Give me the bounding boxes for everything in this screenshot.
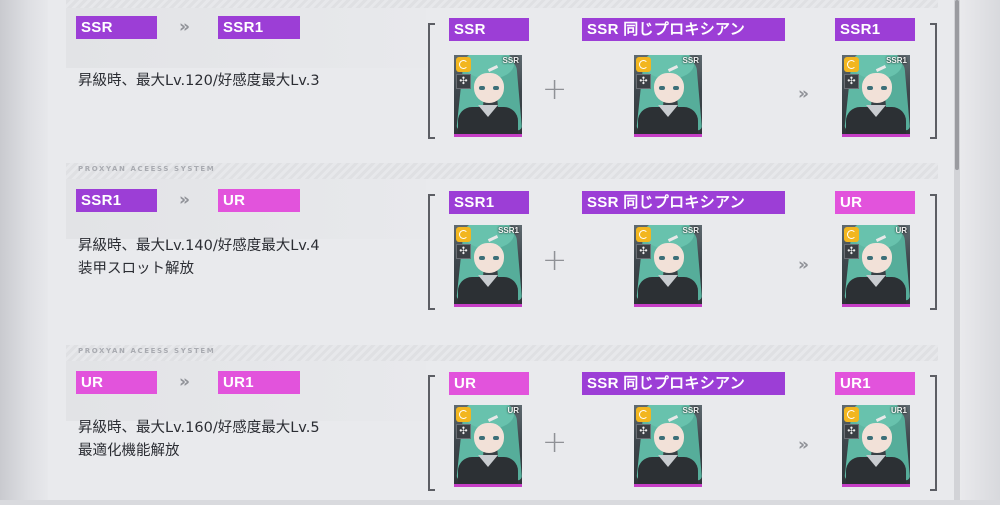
crosshair-icon: ✣	[844, 74, 859, 89]
ascension-row-ssr-to-ssr1: PROXYAN ACEESS SYSTEM SSR » SSR1 昇級時、最大L…	[66, 0, 938, 152]
result-tag: UR	[835, 191, 915, 214]
material-a-card[interactable]: SSR1 ✣	[454, 225, 522, 307]
rank-to-tag: UR	[218, 189, 300, 212]
description-line: 最適化機能解放	[78, 443, 180, 459]
material-b-card[interactable]: SSR ✣	[634, 405, 702, 487]
crosshair-icon: ✣	[844, 244, 859, 259]
chevron-right-icon: »	[798, 84, 809, 104]
system-label: PROXYAN ACEESS SYSTEM	[78, 0, 215, 2]
result-tag: UR1	[835, 372, 915, 395]
rank-to-tag: UR1	[218, 371, 300, 394]
right-backdrop	[954, 0, 1000, 500]
system-header-bar: PROXYAN ACEESS SYSTEM	[66, 0, 938, 8]
description-line: 昇級時、最大Lv.160/好感度最大Lv.5	[78, 420, 320, 436]
description-line: 装甲スロット解放	[78, 261, 194, 277]
result-card[interactable]: SSR1 ✣	[842, 55, 910, 137]
crosshair-icon: ✣	[456, 244, 471, 259]
rank-from-tag: SSR1	[76, 189, 157, 212]
plus-icon: +	[542, 425, 568, 460]
card-rank: SSR	[682, 226, 699, 235]
material-b-card[interactable]: SSR ✣	[634, 55, 702, 137]
material-a-tag: UR	[449, 372, 529, 395]
bracket-left	[428, 194, 435, 310]
crosshair-icon: ✣	[844, 424, 859, 439]
class-badge-icon	[636, 227, 651, 242]
card-rank: UR	[507, 406, 519, 415]
bracket-right	[930, 194, 937, 310]
rank-to-tag: SSR1	[218, 16, 300, 39]
description-line: 昇級時、最大Lv.120/好感度最大Lv.3	[78, 73, 320, 89]
ascension-description: 昇級時、最大Lv.140/好感度最大Lv.4 装甲スロット解放	[78, 235, 320, 281]
material-a-card[interactable]: UR ✣	[454, 405, 522, 487]
ascension-description: 昇級時、最大Lv.120/好感度最大Lv.3	[78, 70, 320, 93]
card-rank: UR	[895, 226, 907, 235]
card-rank: SSR1	[886, 56, 907, 65]
material-b-tag: SSR 同じプロキシアン	[582, 191, 785, 214]
bracket-right	[930, 375, 937, 491]
class-badge-icon	[456, 227, 471, 242]
crosshair-icon: ✣	[636, 74, 651, 89]
class-badge-icon	[844, 407, 859, 422]
class-badge-icon	[456, 57, 471, 72]
material-b-card[interactable]: SSR ✣	[634, 225, 702, 307]
bracket-left	[428, 375, 435, 491]
class-badge-icon	[636, 407, 651, 422]
class-badge-icon	[844, 227, 859, 242]
scrollbar-thumb[interactable]	[955, 0, 959, 170]
material-a-card[interactable]: SSR ✣	[454, 55, 522, 137]
chevron-right-icon: »	[798, 255, 809, 275]
crosshair-icon: ✣	[636, 424, 651, 439]
crosshair-icon: ✣	[456, 74, 471, 89]
card-rank: SSR	[682, 406, 699, 415]
plus-icon: +	[542, 72, 568, 107]
ascension-row-ur-to-ur1: PROXYAN ACEESS SYSTEM UR » UR1 昇級時、最大Lv.…	[66, 345, 938, 505]
material-a-tag: SSR	[449, 18, 529, 41]
bracket-right	[930, 23, 937, 139]
material-a-tag: SSR1	[449, 191, 529, 214]
result-card[interactable]: UR ✣	[842, 225, 910, 307]
plus-icon: +	[542, 243, 568, 278]
system-label: PROXYAN ACEESS SYSTEM	[78, 347, 216, 355]
card-rank: SSR	[502, 56, 519, 65]
system-header-bar: PROXYAN ACEESS SYSTEM	[66, 163, 938, 179]
chevron-right-icon: »	[179, 17, 190, 37]
class-badge-icon	[844, 57, 859, 72]
ascension-row-ssr1-to-ur: PROXYAN ACEESS SYSTEM SSR1 » UR 昇級時、最大Lv…	[66, 163, 938, 323]
crosshair-icon: ✣	[636, 244, 651, 259]
result-card[interactable]: UR1 ✣	[842, 405, 910, 487]
system-label: PROXYAN ACEESS SYSTEM	[78, 165, 216, 173]
card-rank: SSR	[682, 56, 699, 65]
rank-from-tag: SSR	[76, 16, 157, 39]
left-backdrop	[0, 0, 48, 500]
card-rank: UR1	[890, 406, 907, 415]
material-b-tag: SSR 同じプロキシアン	[582, 372, 785, 395]
result-tag: SSR1	[835, 18, 915, 41]
chevron-right-icon: »	[798, 435, 809, 455]
card-rank: SSR1	[498, 226, 519, 235]
ascension-description: 昇級時、最大Lv.160/好感度最大Lv.5 最適化機能解放	[78, 417, 320, 463]
crosshair-icon: ✣	[456, 424, 471, 439]
material-b-tag: SSR 同じプロキシアン	[582, 18, 785, 41]
chevron-right-icon: »	[179, 190, 190, 210]
chevron-right-icon: »	[179, 372, 190, 392]
description-line: 昇級時、最大Lv.140/好感度最大Lv.4	[78, 238, 320, 254]
class-badge-icon	[636, 57, 651, 72]
rank-from-tag: UR	[76, 371, 157, 394]
class-badge-icon	[456, 407, 471, 422]
bracket-left	[428, 23, 435, 139]
system-header-bar: PROXYAN ACEESS SYSTEM	[66, 345, 938, 361]
